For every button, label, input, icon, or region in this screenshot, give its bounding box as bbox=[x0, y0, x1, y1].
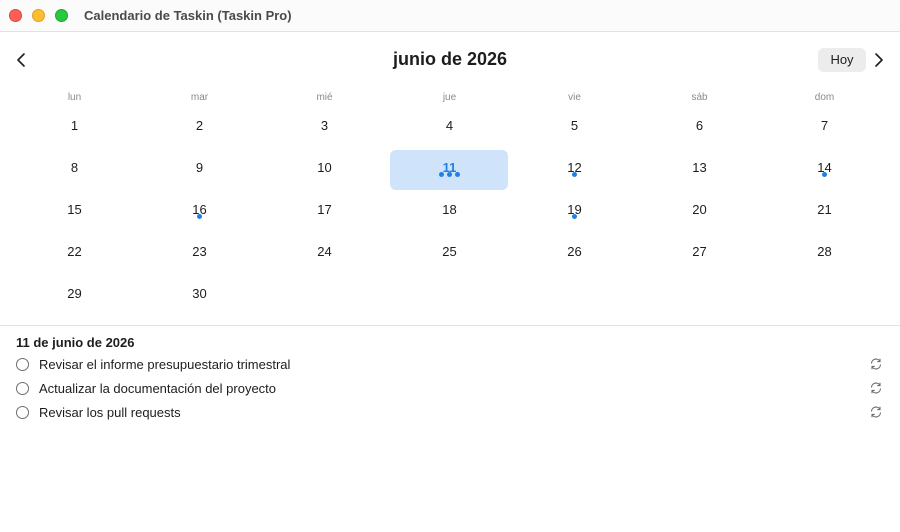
task-indicator bbox=[137, 214, 262, 219]
weekday-label: lun bbox=[67, 92, 82, 103]
day-number: 23 bbox=[192, 244, 207, 259]
day-number: 7 bbox=[820, 118, 829, 133]
title-bar: Calendario de Taskin (Taskin Pro) bbox=[0, 0, 900, 32]
repeat-icon bbox=[870, 382, 882, 394]
day-number: 27 bbox=[692, 244, 707, 259]
day-number: 24 bbox=[317, 244, 332, 259]
weekday-label: mié bbox=[316, 92, 333, 103]
task-checkbox[interactable] bbox=[16, 406, 29, 419]
weekday-label: vie bbox=[568, 92, 581, 103]
task-label: Revisar los pull requests bbox=[39, 405, 181, 420]
day-number: 10 bbox=[317, 160, 332, 175]
task-checkbox[interactable] bbox=[16, 358, 29, 371]
close-window-button[interactable] bbox=[9, 9, 22, 22]
weekday-label: sáb bbox=[691, 92, 708, 103]
day-number: 21 bbox=[817, 202, 832, 217]
weekday-header: lun mar mié jue vie sáb dom bbox=[12, 92, 887, 106]
divider bbox=[0, 325, 900, 326]
task-item[interactable]: Revisar los pull requests bbox=[16, 403, 888, 423]
task-indicator bbox=[512, 214, 637, 219]
calendar-window: Calendario de Taskin (Taskin Pro) junio … bbox=[0, 0, 900, 532]
task-dot bbox=[455, 172, 460, 177]
repeat-icon bbox=[870, 358, 882, 370]
day-cell-25[interactable]: 25 bbox=[387, 244, 512, 316]
day-number: 22 bbox=[67, 244, 82, 259]
weekday-label: jue bbox=[442, 92, 457, 103]
day-cell-26[interactable]: 26 bbox=[512, 244, 637, 316]
day-number: 6 bbox=[695, 118, 704, 133]
day-number: 9 bbox=[195, 160, 204, 175]
task-dot bbox=[447, 172, 452, 177]
weekday-label: mar bbox=[190, 92, 209, 103]
day-number: 3 bbox=[320, 118, 329, 133]
repeat-icon bbox=[870, 406, 882, 418]
day-number: 29 bbox=[67, 286, 82, 301]
day-cell-24[interactable]: 24 bbox=[262, 244, 387, 316]
zoom-window-button[interactable] bbox=[55, 9, 68, 22]
task-label: Revisar el informe presupuestario trimes… bbox=[39, 357, 291, 372]
task-item[interactable]: Revisar el informe presupuestario trimes… bbox=[16, 355, 888, 375]
task-item[interactable]: Actualizar la documentación del proyecto bbox=[16, 379, 888, 399]
task-indicator bbox=[762, 172, 887, 177]
today-button[interactable]: Hoy bbox=[818, 48, 866, 72]
task-indicator bbox=[387, 172, 512, 177]
task-dot bbox=[197, 214, 202, 219]
day-number: 25 bbox=[442, 244, 457, 259]
task-dot bbox=[822, 172, 827, 177]
window-title: Calendario de Taskin (Taskin Pro) bbox=[84, 8, 292, 23]
task-checkbox[interactable] bbox=[16, 382, 29, 395]
day-number: 20 bbox=[692, 202, 707, 217]
month-title: junio de 2026 bbox=[392, 49, 508, 69]
day-number: 5 bbox=[570, 118, 579, 133]
selected-date-title: 11 de junio de 2026 bbox=[16, 335, 135, 350]
day-number: 26 bbox=[567, 244, 582, 259]
day-number: 2 bbox=[195, 118, 204, 133]
day-cell-30[interactable]: 30 bbox=[137, 286, 262, 358]
day-number: 28 bbox=[817, 244, 832, 259]
day-number: 15 bbox=[67, 202, 82, 217]
task-label: Actualizar la documentación del proyecto bbox=[39, 381, 277, 396]
day-cell-28[interactable]: 28 bbox=[762, 244, 887, 316]
day-number: 13 bbox=[692, 160, 707, 175]
day-number: 18 bbox=[442, 202, 457, 217]
task-dot bbox=[572, 172, 577, 177]
day-cell-27[interactable]: 27 bbox=[637, 244, 762, 316]
day-number: 8 bbox=[70, 160, 79, 175]
chevron-right-icon bbox=[875, 53, 883, 67]
task-dot bbox=[439, 172, 444, 177]
weekday-label: dom bbox=[814, 92, 835, 103]
day-number: 17 bbox=[317, 202, 332, 217]
minimize-window-button[interactable] bbox=[32, 9, 45, 22]
day-number: 30 bbox=[192, 286, 207, 301]
task-indicator bbox=[512, 172, 637, 177]
day-number: 4 bbox=[445, 118, 454, 133]
day-number: 1 bbox=[70, 118, 79, 133]
next-month-button[interactable] bbox=[869, 50, 889, 70]
task-dot bbox=[572, 214, 577, 219]
